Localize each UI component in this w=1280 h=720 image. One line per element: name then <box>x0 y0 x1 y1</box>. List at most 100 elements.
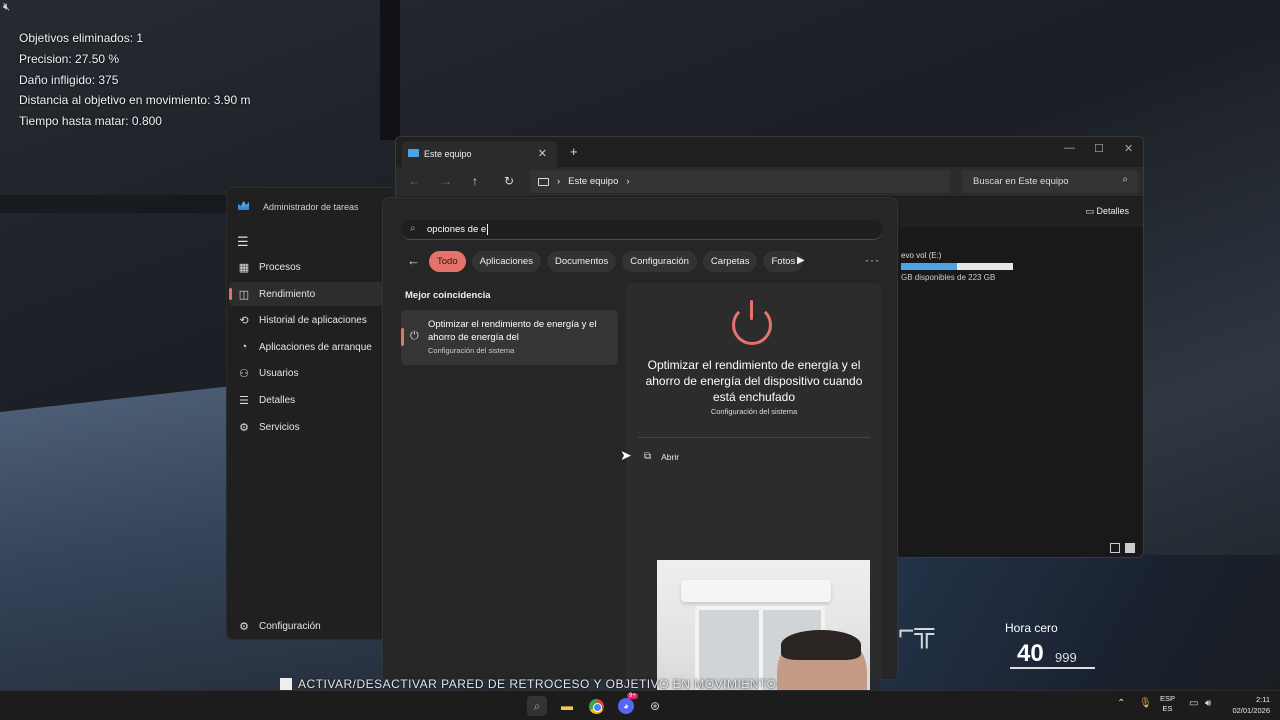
nav-label: Procesos <box>259 261 301 273</box>
filter-todo[interactable]: Todo <box>429 251 466 272</box>
open-action[interactable]: ⧉ Abrir <box>644 451 679 462</box>
nav-label: Usuarios <box>259 367 299 379</box>
window-title: Administrador de tareas <box>263 202 359 212</box>
result-subtitle: Configuración del sistema <box>428 346 515 355</box>
best-match-heading: Mejor coincidencia <box>405 290 491 301</box>
open-label: Abrir <box>661 451 680 462</box>
search-taskbar-icon[interactable]: ⌕ <box>527 696 547 716</box>
clock-date: 02/01/2026 <box>1232 706 1270 715</box>
nav-item-historial[interactable]: ⟲ Historial de aplicaciones <box>229 308 384 332</box>
nav-item-arranque[interactable]: ◔ Aplicaciones de arranque <box>229 335 384 359</box>
nav-label: Rendimiento <box>259 288 316 300</box>
hud-toggle-label: ACTIVAR/DESACTIVAR PARED DE RETROCESO Y … <box>298 677 777 691</box>
nav-item-detalles[interactable]: ☰ Detalles <box>229 388 384 412</box>
steam-icon[interactable]: ⊛ <box>645 696 665 716</box>
refresh-icon[interactable]: ↻ <box>504 174 514 188</box>
explorer-search-input[interactable]: Buscar en Este equipo ⌕ <box>962 170 1138 193</box>
task-manager-window: Administrador de tareas ☰ ▦ Procesos ◫ Ren… <box>226 187 396 640</box>
more-options-icon[interactable]: ··· <box>865 253 880 267</box>
drive-free-space: GB disponibles de 223 GB <box>901 273 996 282</box>
chevron-up-icon[interactable]: ⌃ <box>1117 698 1125 709</box>
volume-icon[interactable]: 🔊︎ <box>1205 698 1211 709</box>
clock-time: 2:11 <box>1255 695 1270 704</box>
open-external-icon: ⧉ <box>644 451 652 462</box>
hamburger-menu-icon[interactable]: ☰ <box>237 234 249 250</box>
view-toggle <box>1110 543 1135 553</box>
navigation-bar: ← → ↑ ↻ › Este equipo › Buscar en Este e… <box>396 167 1143 197</box>
ammo-count: 40 <box>1017 640 1044 667</box>
tab-label: Este equipo <box>424 149 472 159</box>
discord-badge: 9+ <box>627 693 638 699</box>
divider <box>638 437 870 438</box>
forward-arrow-icon[interactable]: → <box>440 174 452 188</box>
start-button[interactable] <box>499 696 519 716</box>
gear-icon: ⚙ <box>239 620 249 633</box>
taskbar: ⌕ ▬ ◕ 9+ ⊛ ⌃ 🎙︎ ESP ES ▭ 🔊︎ 2:11 02/01/2… <box>0 690 1280 720</box>
list-icon: ☰ <box>239 394 249 407</box>
close-tab-icon[interactable]: ✕ <box>538 147 547 160</box>
tiles-view-icon[interactable] <box>1125 543 1135 553</box>
background-beam <box>0 195 230 213</box>
details-view-icon[interactable] <box>1110 543 1120 553</box>
stat-line: Precision: 27.50 % <box>19 51 120 66</box>
more-filters-play-icon[interactable]: ▶ <box>797 255 805 266</box>
nav-label: Configuración <box>259 620 321 632</box>
stat-line: Objetivos eliminados: 1 <box>19 31 144 45</box>
nav-label: Detalles <box>259 394 296 406</box>
up-arrow-icon[interactable]: ↑ <box>472 174 478 188</box>
file-explorer-icon[interactable]: ▬ <box>557 696 577 716</box>
maximize-button[interactable]: ☐ <box>1094 142 1104 155</box>
weapon-name: Hora cero <box>1005 621 1058 635</box>
mouse-cursor-icon: ➤ <box>620 447 632 463</box>
filter-chips: Todo Aplicaciones Documentos Configuraci… <box>429 251 804 272</box>
drive-name: evo vol (E:) <box>901 251 942 260</box>
network-icon[interactable]: ▭ <box>1189 698 1198 709</box>
search-input[interactable]: ⌕ opciones de e <box>401 220 883 240</box>
ammo-underline <box>1010 667 1095 669</box>
monitor-icon <box>538 177 549 186</box>
chevron-right-icon: › <box>557 176 561 187</box>
details-button[interactable]: ▭ Detalles <box>1085 206 1129 217</box>
nav-item-configuracion[interactable]: ⚙ Configuración <box>229 614 384 638</box>
nav-item-usuarios[interactable]: ⚇ Usuarios <box>229 361 384 385</box>
search-icon: ⌕ <box>410 223 416 234</box>
computer-icon <box>408 149 419 157</box>
gear-icon: ⚙ <box>239 421 249 434</box>
new-tab-button[interactable]: + <box>570 144 578 159</box>
mute-icon: 🔇︎ <box>3 1 10 13</box>
filter-documentos[interactable]: Documentos <box>546 251 617 272</box>
back-arrow-icon[interactable]: ← <box>407 253 420 268</box>
history-icon: ⟲ <box>239 314 249 327</box>
minimize-button[interactable]: — <box>1064 142 1075 154</box>
filter-configuracion[interactable]: Configuración <box>622 251 697 272</box>
discord-icon[interactable]: ◕ <box>616 696 636 716</box>
address-bar[interactable]: › Este equipo › <box>530 170 950 193</box>
filter-carpetas[interactable]: Carpetas <box>702 251 758 272</box>
power-icon <box>732 300 772 345</box>
close-window-button[interactable]: ✕ <box>1124 142 1133 155</box>
filter-aplicaciones[interactable]: Aplicaciones <box>471 251 541 272</box>
nav-item-servicios[interactable]: ⚙ Servicios <box>229 415 384 439</box>
nav-label: Historial de aplicaciones <box>259 314 367 326</box>
tab-bar: Este equipo ✕ + — ☐ ✕ <box>396 137 1143 167</box>
tab-este-equipo[interactable]: Este equipo ✕ <box>402 141 557 167</box>
nav-item-procesos[interactable]: ▦ Procesos <box>229 255 384 279</box>
background-beam <box>380 0 400 140</box>
search-icon: ⌕ <box>1122 174 1128 185</box>
microphone-icon[interactable]: 🎙︎ <box>1139 698 1152 709</box>
drive-usage-fill <box>901 263 957 270</box>
best-match-result[interactable]: ⏻ Optimizar el rendimiento de energía y … <box>401 310 618 365</box>
task-manager-logo-icon <box>238 201 249 210</box>
nav-item-rendimiento[interactable]: ◫ Rendimiento <box>229 282 384 306</box>
result-title: Optimizar el rendimiento de energía y el… <box>428 319 597 343</box>
drive-usage-bar <box>901 263 1013 270</box>
search-query: opciones de e <box>427 224 487 235</box>
clock[interactable]: 2:11 02/01/2026 <box>1226 694 1270 716</box>
grid-icon: ▦ <box>238 261 250 274</box>
chevron-right-icon: › <box>626 176 630 187</box>
language-indicator[interactable]: ESP ES <box>1160 694 1175 714</box>
users-icon: ⚇ <box>239 367 249 380</box>
performance-icon: ◫ <box>238 288 250 301</box>
chrome-icon[interactable] <box>586 696 606 716</box>
back-arrow-icon[interactable]: ← <box>408 174 420 188</box>
